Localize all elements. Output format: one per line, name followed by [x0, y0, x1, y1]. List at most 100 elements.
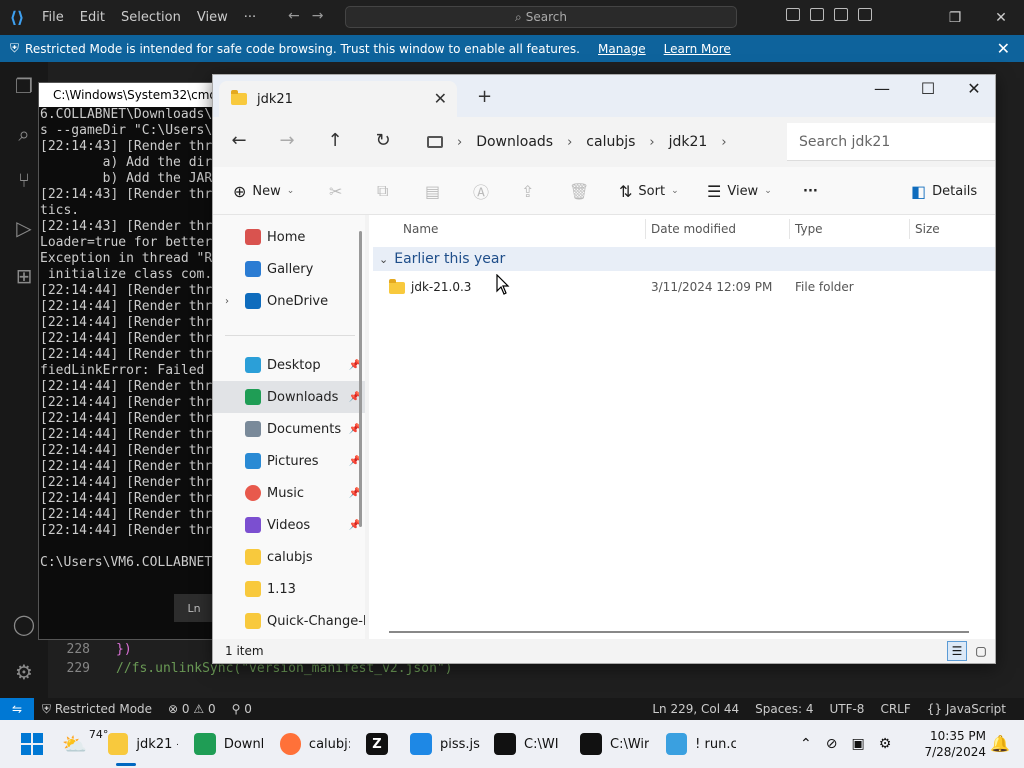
back-icon[interactable]: ← — [227, 129, 251, 153]
chevron-right-icon[interactable]: › — [567, 135, 572, 150]
breadcrumb-jdk21[interactable]: jdk21 — [669, 134, 708, 150]
cmd-output[interactable]: 6.COLLABNET\Downloads\ s --gameDir "C:\Us… — [39, 107, 213, 641]
explorer-tab[interactable]: jdk21 ✕ — [219, 81, 457, 117]
notification-bell-icon[interactable]: 🔔 — [990, 734, 1010, 753]
chevron-down-icon[interactable]: ⌄ — [379, 253, 388, 266]
toggle-sidebar-icon[interactable] — [786, 8, 800, 21]
back-arrow-icon[interactable]: ← — [288, 8, 312, 24]
account-icon[interactable]: ◯ — [12, 612, 36, 636]
network-icon[interactable]: ⊘ — [826, 736, 838, 752]
source-control-icon[interactable]: ⑂ — [12, 168, 36, 192]
run-debug-icon[interactable]: ▷ — [12, 216, 36, 240]
up-icon[interactable]: ↑ — [323, 129, 347, 153]
taskbar-app-z[interactable]: Z — [366, 720, 400, 768]
column-divider[interactable] — [789, 219, 790, 239]
breadcrumb-downloads[interactable]: Downloads — [476, 134, 553, 150]
nav-scrollbar[interactable] — [359, 231, 362, 527]
display-icon[interactable]: ▣ — [851, 736, 864, 752]
cmd-window[interactable]: C:\Windows\System32\cmd 6.COLLABNET\Down… — [38, 82, 214, 640]
chevron-right-icon[interactable]: › — [225, 296, 229, 307]
end-of-line[interactable]: CRLF — [872, 702, 918, 716]
chevron-right-icon[interactable]: › — [649, 135, 654, 150]
share-icon[interactable]: ⇪ — [521, 179, 534, 203]
taskbar-app-cmd-2[interactable]: C:\Wir — [580, 720, 650, 768]
address-bar[interactable]: › Downloads › calubjs › jdk21 › — [415, 123, 765, 161]
nav-music[interactable]: Music 📌 — [213, 477, 365, 509]
explorer-files-icon[interactable]: ❐ — [12, 74, 36, 98]
taskbar-app-vscode[interactable]: piss.js — [410, 720, 480, 768]
minimize-button[interactable]: — — [859, 79, 905, 105]
nav-pictures[interactable]: Pictures 📌 — [213, 445, 365, 477]
nav-1-13[interactable]: 1.13 — [213, 573, 365, 605]
taskbar-app-explorer[interactable]: jdk21 - — [108, 720, 178, 768]
forward-icon[interactable]: → — [275, 129, 299, 153]
forward-arrow-icon[interactable]: → — [312, 8, 336, 24]
nav-desktop[interactable]: Desktop 📌 — [213, 349, 365, 381]
manage-gear-icon[interactable]: ⚙ — [12, 660, 36, 684]
menu-edit[interactable]: Edit — [72, 10, 113, 25]
settings-tray-icon[interactable]: ⚙ — [879, 736, 892, 752]
nav-downloads[interactable]: Downloads 📌 — [213, 381, 365, 413]
new-button[interactable]: ⊕ New ⌄ — [233, 179, 294, 203]
banner-close-icon[interactable]: ✕ — [997, 39, 1010, 58]
refresh-icon[interactable]: ↻ — [371, 129, 395, 153]
breadcrumb-calubjs[interactable]: calubjs — [586, 134, 635, 150]
remote-indicator-icon[interactable]: ⇋ — [0, 698, 34, 720]
taskbar-app-downloads[interactable]: Downl — [194, 720, 264, 768]
taskbar-app-notepad[interactable]: ! run.c — [666, 720, 736, 768]
nav-quick-change[interactable]: Quick-Change-I — [213, 605, 365, 637]
nav-videos[interactable]: Videos 📌 — [213, 509, 365, 541]
manage-link[interactable]: Manage — [598, 42, 646, 56]
language-mode[interactable]: {} JavaScript — [919, 702, 1014, 716]
menu-selection[interactable]: Selection — [113, 10, 189, 25]
nav-home[interactable]: Home — [213, 221, 365, 253]
command-center-search[interactable]: ⌕ Search — [345, 6, 737, 28]
taskbar-app-firefox[interactable]: calubj: — [280, 720, 350, 768]
search-input[interactable]: Search jdk21 — [787, 123, 995, 161]
nav-onedrive[interactable]: › OneDrive — [213, 285, 365, 317]
customize-layout-icon[interactable] — [858, 8, 872, 21]
sort-button[interactable]: ⇅ Sort ⌄ — [619, 179, 679, 203]
ports-status[interactable]: ⚲ 0 — [224, 702, 260, 716]
column-name[interactable]: Name — [403, 222, 438, 236]
nav-calubjs[interactable]: calubjs — [213, 541, 365, 573]
clock[interactable]: 10:35 PM 7/28/2024 — [922, 728, 986, 760]
indentation[interactable]: Spaces: 4 — [747, 702, 821, 716]
toggle-secondary-sidebar-icon[interactable] — [834, 8, 848, 21]
file-row[interactable]: jdk-21.0.3 3/11/2024 12:09 PM File folde… — [373, 273, 995, 301]
start-button[interactable] — [20, 720, 44, 768]
details-view-icon[interactable]: ☰ — [947, 641, 967, 661]
menu-view[interactable]: View — [189, 10, 236, 25]
restore-button[interactable]: ❐ — [932, 0, 978, 35]
restricted-mode-status[interactable]: ⛨ Restricted Mode — [34, 702, 160, 717]
encoding[interactable]: UTF-8 — [821, 702, 872, 716]
rename-icon[interactable]: Ⓐ — [473, 179, 489, 203]
close-button[interactable]: ✕ — [951, 79, 997, 105]
more-options-button[interactable]: ··· — [803, 179, 818, 203]
show-hidden-icons-chevron-icon[interactable]: ⌃ — [800, 736, 812, 752]
column-type[interactable]: Type — [795, 222, 823, 236]
tiles-view-icon[interactable]: ▢ — [971, 641, 991, 661]
chevron-right-icon[interactable]: › — [721, 135, 726, 150]
toggle-panel-icon[interactable] — [810, 8, 824, 21]
new-tab-icon[interactable]: + — [477, 86, 492, 107]
chevron-right-icon[interactable]: › — [457, 135, 462, 150]
horizontal-scrollbar[interactable] — [389, 631, 969, 633]
copy-icon[interactable]: ⧉ — [377, 179, 388, 203]
menu-more[interactable]: ··· — [236, 10, 264, 25]
paste-icon[interactable]: ▤ — [425, 179, 440, 203]
cmd-title-bar[interactable]: C:\Windows\System32\cmd — [39, 83, 213, 107]
column-size[interactable]: Size — [915, 222, 940, 236]
nav-gallery[interactable]: Gallery — [213, 253, 365, 285]
nav-arrows[interactable]: ←→ — [288, 8, 335, 24]
column-divider[interactable] — [645, 219, 646, 239]
learn-more-link[interactable]: Learn More — [664, 42, 731, 56]
cut-icon[interactable]: ✂ — [329, 179, 342, 203]
column-divider[interactable] — [909, 219, 910, 239]
cursor-position[interactable]: Ln 229, Col 44 — [644, 702, 747, 716]
close-button[interactable]: ✕ — [978, 0, 1024, 35]
problems-status[interactable]: ⊗ 0 ⚠ 0 — [160, 702, 224, 716]
column-date-modified[interactable]: Date modified — [651, 222, 736, 236]
details-button[interactable]: ◧ Details — [911, 179, 977, 203]
delete-icon[interactable]: 🗑 — [569, 179, 589, 203]
